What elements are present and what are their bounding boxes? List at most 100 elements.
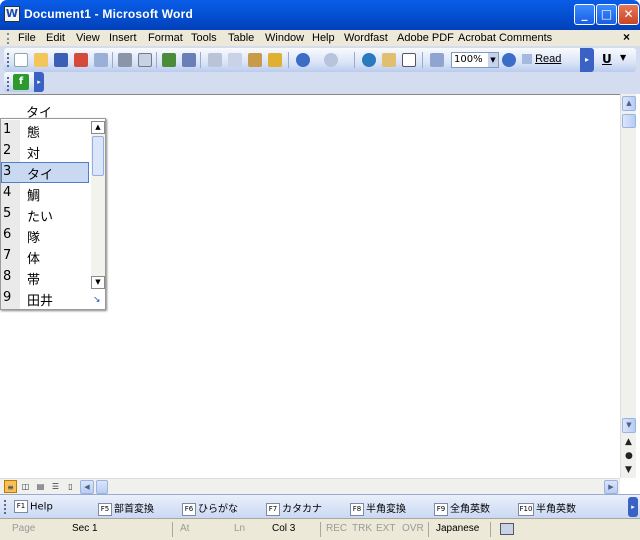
print-preview-icon[interactable] (138, 53, 152, 67)
toolbar-grip[interactable] (7, 77, 9, 91)
select-browse-object-icon[interactable]: ● (625, 451, 633, 461)
scroll-thumb[interactable] (96, 480, 108, 494)
redo-icon[interactable] (324, 53, 338, 67)
menu-acrobat-comments[interactable]: Acrobat Comments (458, 32, 552, 44)
scroll-thumb[interactable] (622, 114, 636, 128)
outline-view-icon[interactable]: ☰ (49, 480, 62, 493)
menu-format[interactable]: Format (148, 32, 183, 44)
status-line: Ln (234, 523, 246, 534)
title-bar[interactable]: W Document1 - Microsoft Word _ □ ✕ (0, 0, 640, 30)
underline-button[interactable]: U (602, 52, 612, 66)
candidate-item[interactable]: 5 たい (1, 204, 89, 225)
print-layout-view-icon[interactable]: ▤ (34, 480, 47, 493)
print-icon[interactable] (118, 53, 132, 67)
paste-icon[interactable] (248, 53, 262, 67)
toolbar-grip[interactable] (4, 500, 6, 514)
permission-icon[interactable] (74, 53, 88, 67)
word-app-icon[interactable]: W (4, 6, 20, 22)
save-icon[interactable] (54, 53, 68, 67)
research-icon[interactable] (182, 53, 196, 67)
candidate-scrollbar[interactable]: ▲ ▼ (91, 121, 105, 289)
menu-insert[interactable]: Insert (109, 32, 137, 44)
maximize-button[interactable]: □ (596, 4, 617, 25)
candidate-item[interactable]: 7体 (1, 246, 89, 267)
menu-view[interactable]: View (76, 32, 100, 44)
tables-icon[interactable] (382, 53, 396, 67)
normal-view-icon[interactable]: ≡ (4, 480, 17, 493)
email-icon[interactable] (94, 53, 108, 67)
document-close-icon[interactable]: × (623, 30, 630, 44)
previous-page-icon[interactable]: ▲ (625, 437, 632, 447)
next-page-icon[interactable]: ▼ (625, 465, 632, 475)
spelling-icon[interactable] (162, 53, 176, 67)
fkey-f6[interactable]: F6 ひらがな (182, 500, 238, 516)
undo-icon[interactable] (296, 53, 310, 67)
scroll-thumb[interactable] (92, 136, 104, 176)
new-icon[interactable] (14, 53, 28, 67)
reading-layout-view-icon[interactable]: ▯ (64, 480, 77, 493)
format-painter-icon[interactable] (268, 53, 282, 67)
zoom-value: 100% (454, 54, 483, 65)
candidate-item[interactable]: 2対 (1, 141, 89, 162)
status-ext[interactable]: EXT (376, 523, 395, 534)
chevron-down-icon[interactable]: ▼ (620, 53, 626, 62)
candidate-item[interactable]: 6隊 (1, 225, 89, 246)
fkey-f9[interactable]: F9 全角英数 (434, 500, 490, 516)
spelling-status-icon[interactable] (500, 523, 514, 535)
close-button[interactable]: ✕ (618, 4, 639, 25)
menu-file[interactable]: File (18, 32, 36, 44)
wordfast-icon[interactable]: f (13, 74, 29, 90)
expand-candidates-icon[interactable]: ↘ (93, 295, 101, 305)
menu-wordfast[interactable]: Wordfast (344, 32, 388, 44)
horizontal-scrollbar[interactable]: ≡ ◫ ▤ ☰ ▯ ◀ ▶ (0, 478, 620, 494)
menu-tools[interactable]: Tools (191, 32, 217, 44)
zoom-select[interactable]: 100% ▼ (451, 52, 499, 68)
menu-grip[interactable] (7, 33, 9, 44)
scroll-right-icon[interactable]: ▶ (604, 480, 618, 494)
candidate-item[interactable]: 1態 (1, 120, 89, 141)
toolbar-options-icon[interactable]: ▸ (580, 48, 594, 72)
menu-edit[interactable]: Edit (46, 32, 65, 44)
copy-icon[interactable] (228, 53, 242, 67)
scroll-down-icon[interactable]: ▼ (91, 276, 105, 289)
open-icon[interactable] (34, 53, 48, 67)
menu-adobe-pdf[interactable]: Adobe PDF (397, 32, 454, 44)
toolbar-grip[interactable] (7, 53, 9, 67)
scroll-down-icon[interactable]: ▼ (622, 418, 636, 433)
candidate-item[interactable]: 8帯 (1, 267, 89, 288)
help-icon[interactable] (502, 53, 516, 67)
scroll-left-icon[interactable]: ◀ (80, 480, 94, 494)
minimize-button[interactable]: _ (574, 4, 595, 25)
status-rec[interactable]: REC (326, 523, 347, 534)
vertical-scrollbar[interactable]: ▲ ▼ ▲ ● ▼ (620, 94, 636, 478)
menu-window[interactable]: Window (265, 32, 304, 44)
candidate-item-selected[interactable]: 3 タイ (1, 162, 89, 183)
candidate-item[interactable]: 9 田井 (1, 288, 89, 309)
toolbar-separator (156, 52, 157, 68)
candidate-item[interactable]: 4鯛 (1, 183, 89, 204)
menu-help[interactable]: Help (312, 32, 335, 44)
drawing-icon[interactable] (430, 53, 444, 67)
fkey-f5[interactable]: F5 部首変換 (98, 500, 154, 516)
fkey-f8[interactable]: F8 半角変換 (350, 500, 406, 516)
status-trk[interactable]: TRK (352, 523, 372, 534)
fkey-f7[interactable]: F7 カタカナ (266, 500, 322, 516)
insert-table-icon[interactable] (402, 53, 416, 67)
scroll-up-icon[interactable]: ▲ (622, 96, 636, 111)
chevron-down-icon[interactable]: ▼ (488, 53, 498, 67)
toolbar-options-icon[interactable]: ▸ (628, 497, 638, 517)
menu-table[interactable]: Table (228, 32, 254, 44)
status-ovr[interactable]: OVR (402, 523, 424, 534)
fkey-f1[interactable]: F1 Help (14, 500, 53, 513)
web-layout-view-icon[interactable]: ◫ (19, 480, 32, 493)
status-bar: Page Sec 1 At Ln Col 3 REC TRK EXT OVR J… (0, 518, 640, 540)
hyperlink-icon[interactable] (362, 53, 376, 67)
toolbar-options-icon[interactable]: ▸ (34, 72, 44, 92)
status-page: Page (12, 523, 36, 534)
toolbar-separator (288, 52, 289, 68)
cut-icon[interactable] (208, 53, 222, 67)
fkey-f10[interactable]: F10 半角英数 (518, 500, 576, 516)
scroll-up-icon[interactable]: ▲ (91, 121, 105, 134)
status-language[interactable]: Japanese (436, 523, 479, 534)
read-button[interactable]: Read (522, 53, 561, 65)
